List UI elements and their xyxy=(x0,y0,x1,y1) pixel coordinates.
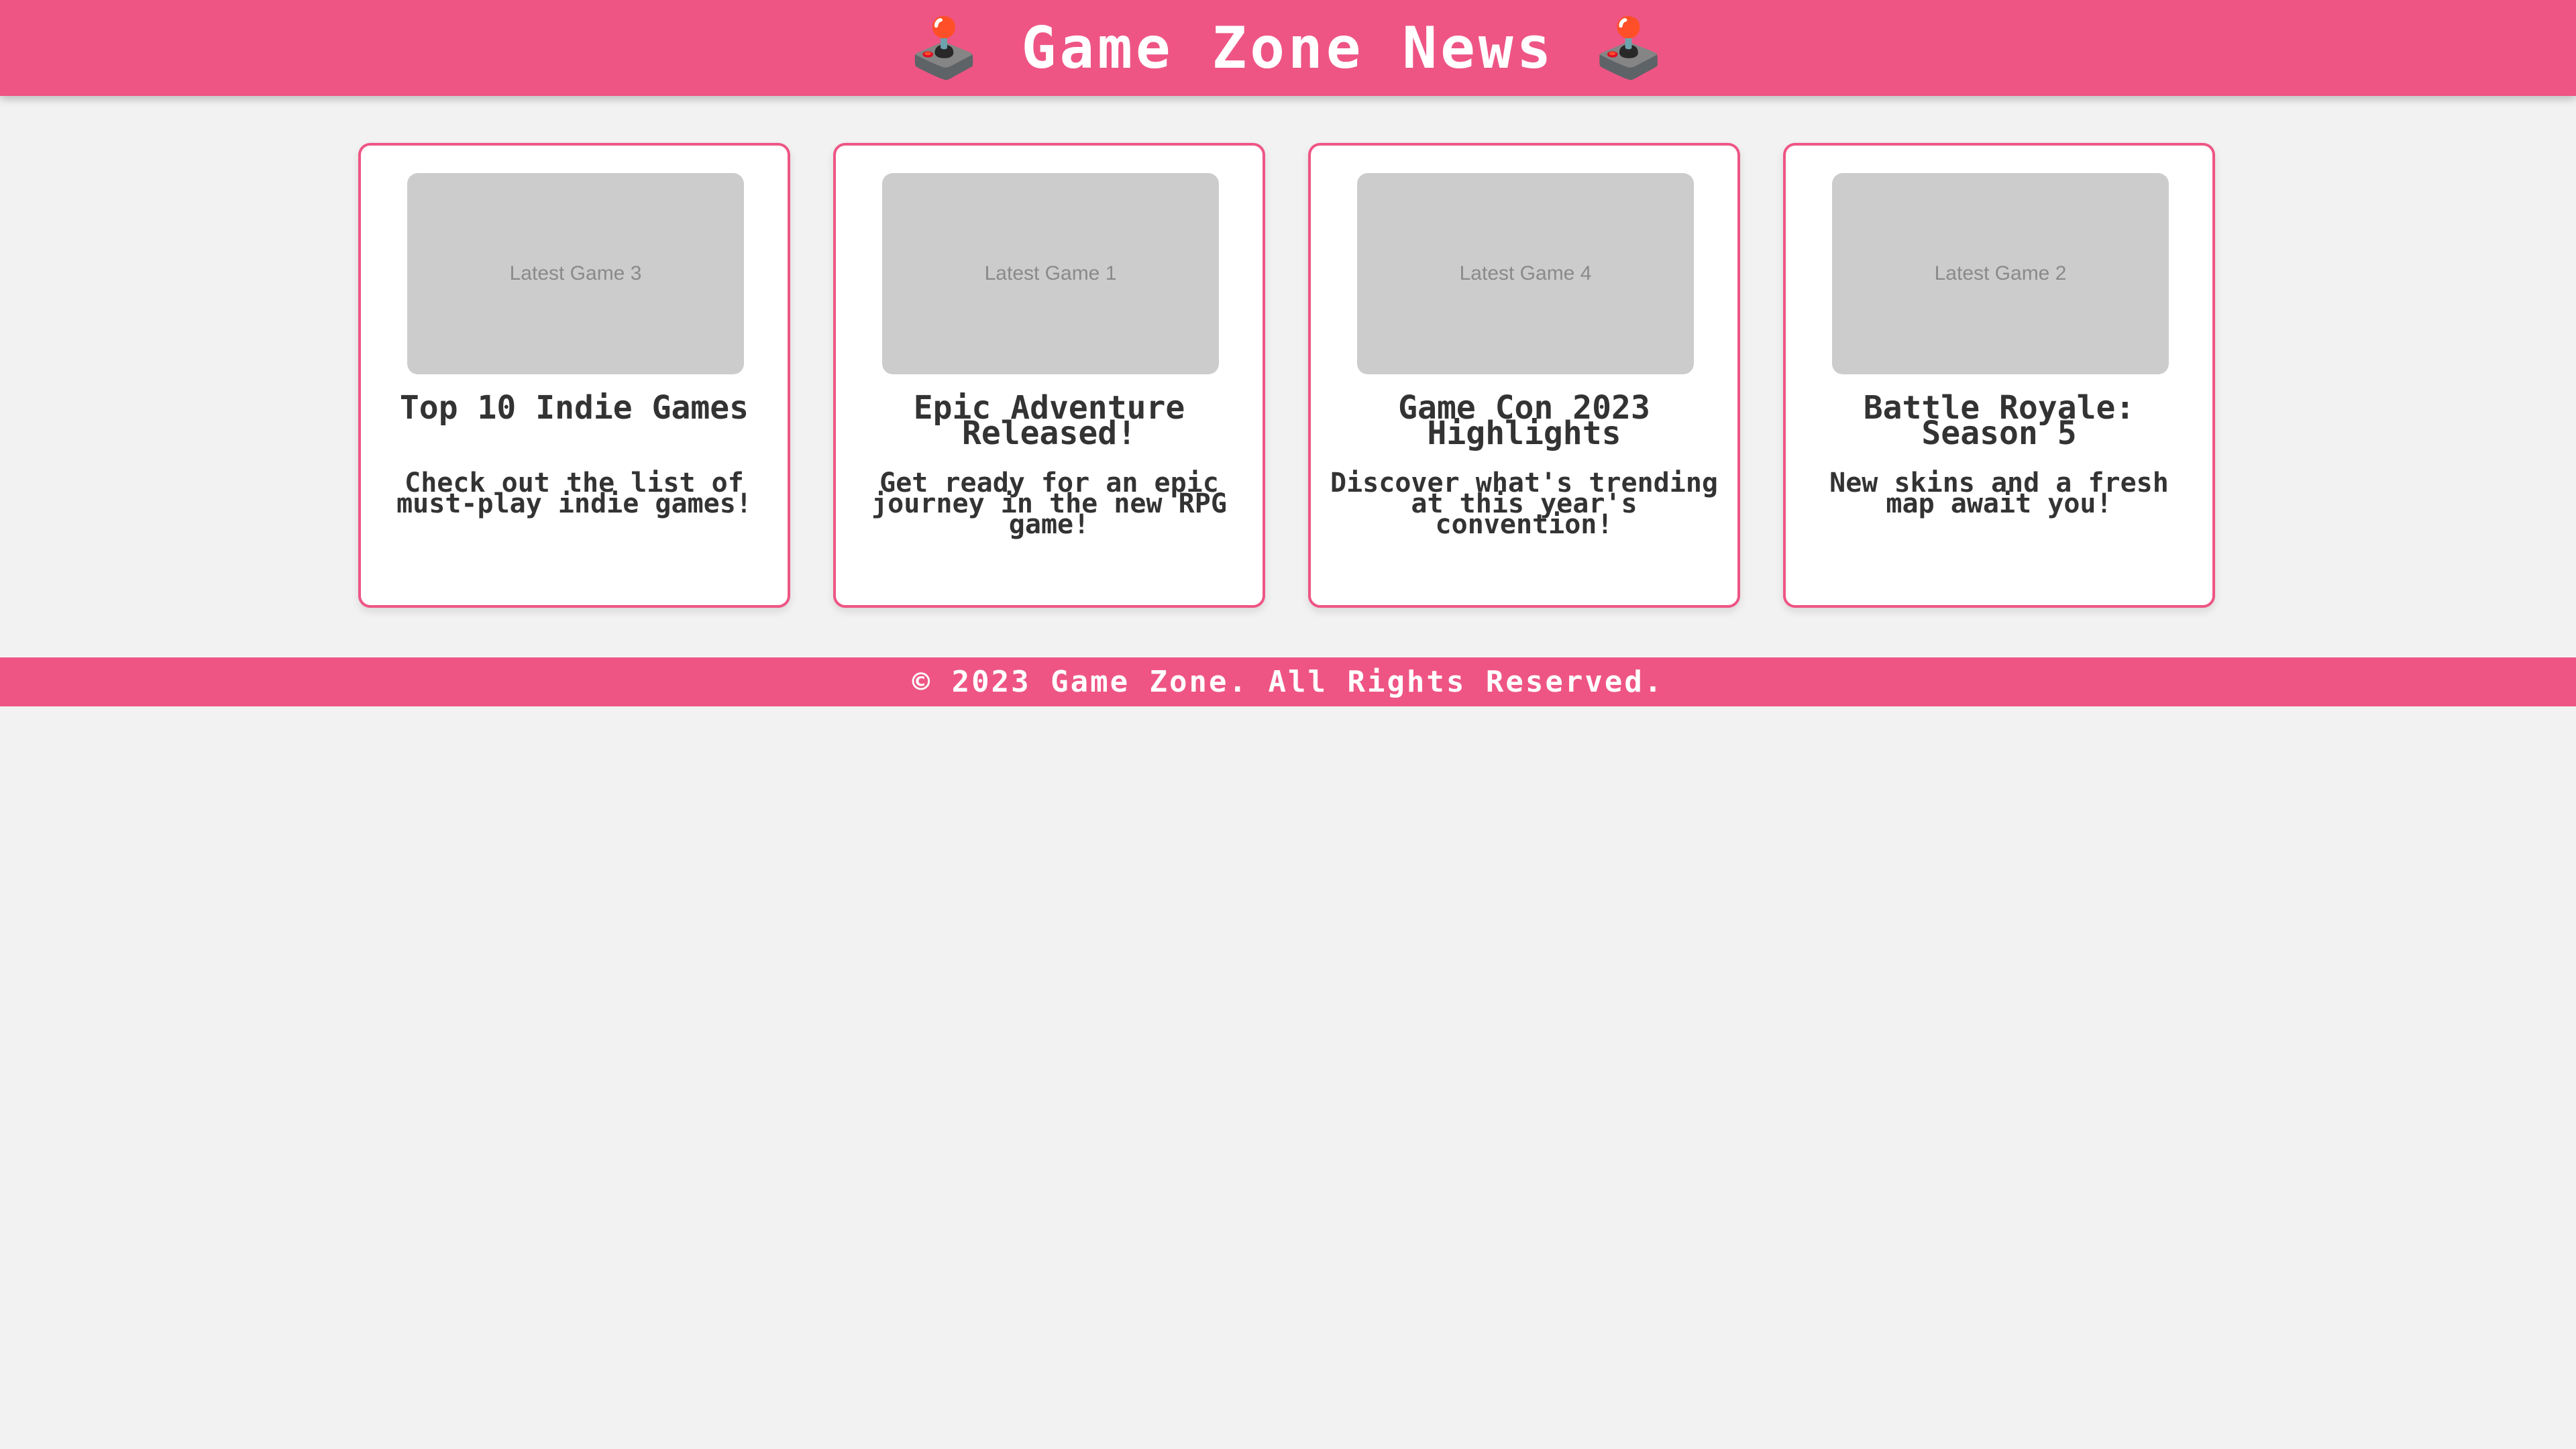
news-card-grid: Latest Game 3 Top 10 Indie Games Check o… xyxy=(358,143,2218,610)
card-description: New skins and a fresh map await you! xyxy=(1829,468,2169,519)
news-card[interactable]: Latest Game 3 Top 10 Indie Games Check o… xyxy=(358,143,790,608)
card-title: Top 10 Indie Games xyxy=(399,389,749,427)
card-image-placeholder: Latest Game 1 xyxy=(882,173,1219,374)
card-description: Check out the list of must-play indie ga… xyxy=(396,468,752,519)
card-description: Get ready for an epic journey in the new… xyxy=(871,468,1227,540)
card-image-placeholder: Latest Game 2 xyxy=(1832,173,2169,374)
site-header: 🕹️ Game Zone News 🕹️ xyxy=(0,0,2576,96)
card-image-placeholder: Latest Game 3 xyxy=(407,173,744,374)
news-card[interactable]: Latest Game 4 Game Con 2023 Highlights D… xyxy=(1308,143,1740,608)
page-title: 🕹️ Game Zone News 🕹️ xyxy=(908,15,1668,82)
news-card[interactable]: Latest Game 1 Epic Adventure Released! G… xyxy=(833,143,1265,608)
card-title: Battle Royale: Season 5 xyxy=(1863,389,2135,452)
card-image-label: Latest Game 3 xyxy=(509,262,642,284)
site-footer: © 2023 Game Zone. All Rights Reserved. xyxy=(0,657,2576,706)
news-card[interactable]: Latest Game 2 Battle Royale: Season 5 Ne… xyxy=(1783,143,2215,608)
copyright-text: © 2023 Game Zone. All Rights Reserved. xyxy=(912,665,1664,699)
card-image-label: Latest Game 2 xyxy=(1934,262,2067,284)
card-title: Epic Adventure Released! xyxy=(913,389,1185,452)
card-image-placeholder: Latest Game 4 xyxy=(1357,173,1694,374)
card-image-label: Latest Game 4 xyxy=(1459,262,1592,284)
card-title: Game Con 2023 Highlights xyxy=(1398,389,1650,452)
card-image-label: Latest Game 1 xyxy=(984,262,1117,284)
card-description: Discover what's trending at this year's … xyxy=(1330,468,1718,540)
